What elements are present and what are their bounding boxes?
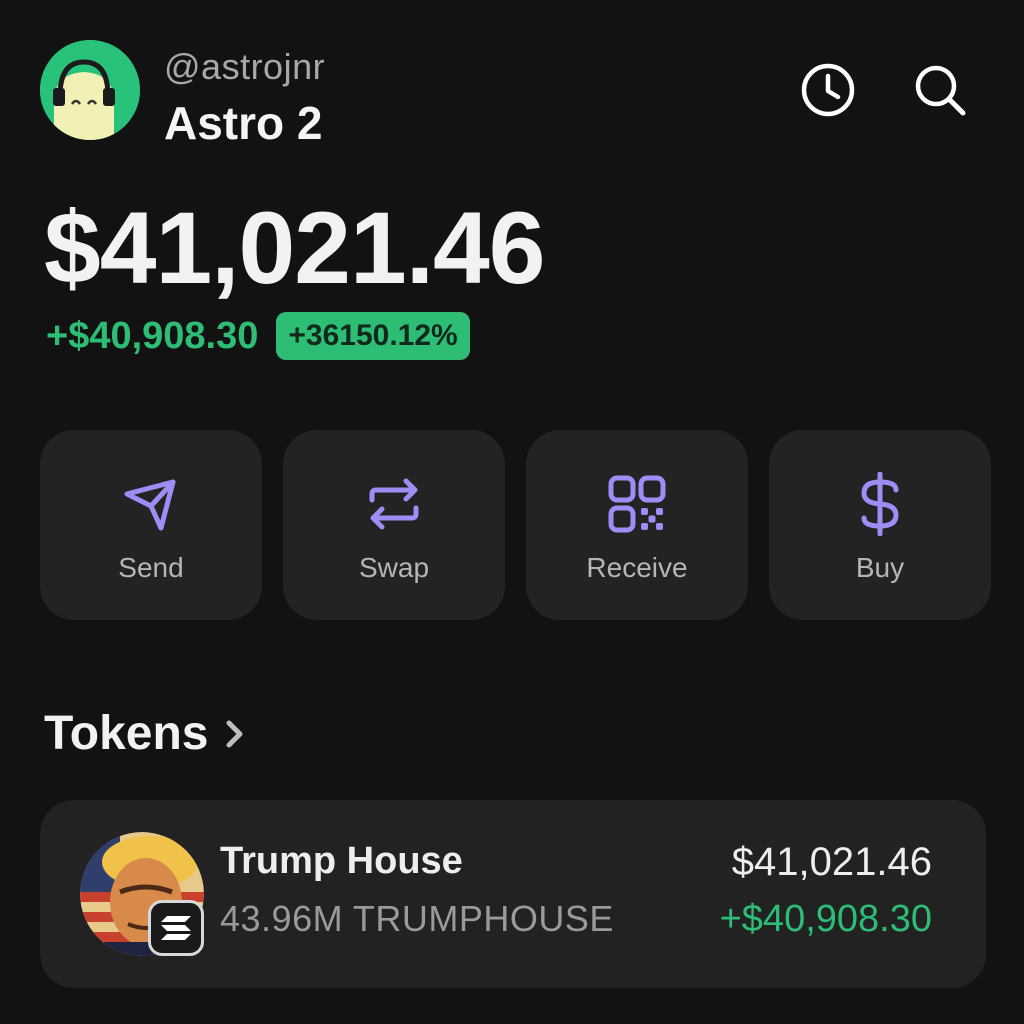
solana-icon [161, 916, 191, 940]
balance-change-percent-badge: +36150.12% [276, 312, 470, 360]
receive-label: Receive [586, 552, 688, 583]
send-icon [124, 479, 176, 531]
wallet-home-screen: @astrojnr Astro 2 $41,021.46 +$40,908.30… [0, 0, 1024, 1024]
chevron-right-icon [226, 720, 243, 747]
send-label: Send [118, 552, 184, 583]
token-amount: 43.96M TRUMPHOUSE [220, 898, 614, 939]
swap-icon [369, 478, 419, 530]
total-balance: $41,021.46 [44, 191, 545, 305]
balance-change-amount: +$40,908.30 [46, 314, 259, 357]
token-change: +$40,908.30 [719, 898, 932, 940]
history-button[interactable] [798, 60, 858, 120]
token-row[interactable]: Trump House 43.96M TRUMPHOUSE $41,021.46… [40, 800, 986, 988]
receive-button[interactable]: Receive [526, 430, 748, 620]
dollar-icon [861, 472, 899, 536]
qr-code-icon [608, 475, 666, 533]
tokens-title: Tokens [44, 707, 209, 760]
swap-button[interactable]: Swap [283, 430, 505, 620]
token-name: Trump House [220, 840, 463, 882]
tokens-section-header[interactable]: Tokens [44, 706, 246, 761]
chain-badge [148, 900, 204, 956]
account-name[interactable]: Astro 2 [164, 96, 322, 150]
token-value: $41,021.46 [731, 840, 932, 884]
balance-change-row: +$40,908.30 +36150.12% [46, 312, 470, 360]
search-button[interactable] [910, 60, 970, 120]
swap-label: Swap [358, 552, 430, 583]
buy-label: Buy [855, 552, 905, 583]
send-button[interactable]: Send [40, 430, 262, 620]
account-handle: @astrojnr [164, 46, 326, 87]
history-icon [801, 63, 855, 117]
buy-button[interactable]: Buy [769, 430, 991, 620]
avatar[interactable] [40, 40, 140, 140]
avatar-ghost-icon [40, 40, 140, 140]
action-buttons: Send Swap Receive Buy [40, 430, 991, 620]
search-icon [915, 65, 966, 116]
